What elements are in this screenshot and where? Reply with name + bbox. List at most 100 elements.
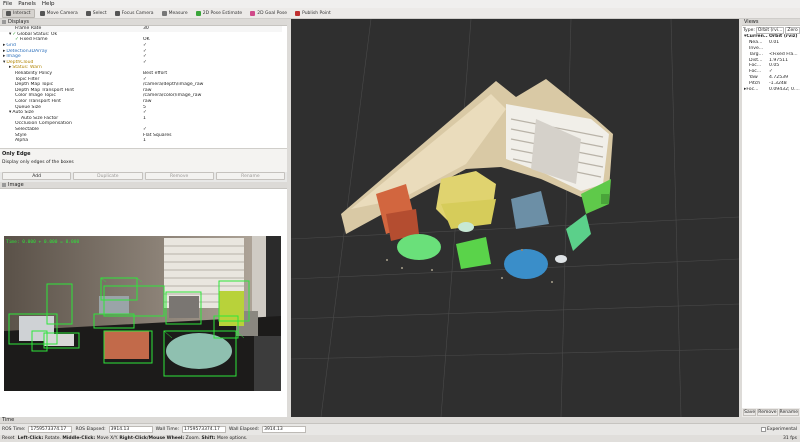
view-property-key: ▾Curren...	[744, 34, 768, 39]
view-property-label: Yaw	[749, 74, 758, 80]
view-property-value[interactable]: 0.05	[769, 63, 800, 68]
view-property-value[interactable]: 0.01	[769, 40, 800, 45]
left-click-action: Rotate.	[44, 436, 61, 441]
type-select[interactable]: Orbit (rvi...	[755, 26, 785, 34]
tool-label: Interact	[13, 10, 31, 16]
tree-row-label: Frame Rate	[15, 26, 42, 32]
view-property-value[interactable]: <Fixed Fra...	[769, 52, 800, 57]
duplicate-button[interactable]: Duplicate	[73, 172, 143, 180]
tree-row-value[interactable]: ✓	[143, 110, 282, 115]
tool-2d-pose-estimate[interactable]: 2D Pose Estimate	[193, 9, 246, 18]
tree-row-value[interactable]: 1	[143, 116, 282, 121]
remove-view-button[interactable]: Remove	[757, 409, 778, 416]
view-property-key: ▸Foc...	[744, 87, 768, 92]
view-property-value[interactable]: 4.72539	[769, 75, 800, 80]
ros-time-field[interactable]: 1759573374.17	[28, 426, 73, 433]
middle-click-action: Move X/Y.	[96, 436, 118, 441]
tree-row-label: Color Transport Hint	[15, 99, 61, 105]
tree-row-value[interactable]: Flat Squares	[143, 133, 282, 138]
zero-button[interactable]: Zero	[785, 26, 800, 34]
tree-row-value[interactable]: 30	[143, 26, 282, 31]
tree-row-label: Detection3DArray	[6, 48, 48, 54]
tool-move-camera[interactable]: Move Camera	[37, 9, 81, 18]
tree-row-key: ▸Image	[0, 54, 140, 59]
experimental-toggle[interactable]: Experimental	[760, 427, 797, 432]
displays-panel: Displays Frame Rate 30 ▾✓Global Status: Ok…	[0, 19, 287, 180]
expanded-arrow-icon[interactable]: ▾	[9, 32, 11, 37]
reset-button[interactable]: Reset	[2, 436, 15, 441]
menu-panels[interactable]: Panels	[18, 1, 36, 7]
ros-elapsed-field[interactable]: 3914.13	[108, 426, 153, 433]
tree-row-key: Alpha	[0, 138, 140, 143]
tool-select[interactable]: Select	[83, 9, 110, 18]
menu-help[interactable]: Help	[42, 1, 55, 7]
tree-row-value[interactable]: Best effort	[143, 71, 282, 76]
rename-view-button[interactable]: Rename	[778, 409, 799, 416]
view-property-value[interactable]: Orbit (rviz)	[769, 34, 800, 39]
collapsed-arrow-icon[interactable]: ▸	[3, 43, 5, 48]
tree-row-value[interactable]: 1	[143, 138, 282, 143]
wall-time-field[interactable]: 1759573374.17	[182, 426, 227, 433]
tool-measure[interactable]: Measure	[159, 9, 191, 18]
tree-row-value[interactable]: ✓	[143, 127, 282, 132]
view-property-value[interactable]: ✓	[769, 69, 800, 74]
tree-row-label: Selectable	[15, 126, 40, 132]
views-panel: Views Type: Orbit (rvi... Zero ▾Curren..…	[742, 19, 800, 417]
displays-tree[interactable]: Frame Rate 30 ▾✓Global Status: Ok ✓Fixed Fr…	[0, 26, 282, 148]
tree-row-value[interactable]: /camera/color/image_raw	[143, 93, 282, 98]
tool-focus-camera[interactable]: Focus Camera	[112, 9, 157, 18]
views-tree[interactable]: ▾Curren... Orbit (rviz) Nea... 0.01 Inve... T…	[742, 34, 800, 92]
camera-image-view[interactable]: Time: 0.000 + 0.000 = 0.000	[4, 236, 281, 391]
tree-row-value[interactable]: raw	[143, 99, 282, 104]
right-click-label: Right-Click/Mouse Wheel:	[119, 436, 185, 441]
tree-row-label: Queue Size	[15, 104, 41, 110]
tree-row-value[interactable]: /camera/depth/image_raw	[143, 82, 282, 87]
middle-click-label: Middle-Click:	[62, 436, 96, 441]
expanded-arrow-icon[interactable]: ▾	[3, 60, 5, 65]
collapsed-arrow-icon[interactable]: ▸	[3, 49, 5, 54]
experimental-checkbox[interactable]	[760, 427, 766, 432]
tree-row-value[interactable]: OK	[143, 37, 282, 42]
collapsed-arrow-icon[interactable]: ▸	[3, 54, 5, 59]
add-button[interactable]: Add	[2, 172, 72, 180]
view-property-key: Yaw	[744, 75, 768, 80]
view-property-value[interactable]: -1.3248	[769, 81, 800, 86]
tree-row-value[interactable]: ✓	[143, 49, 282, 54]
tree-row-value[interactable]: ✓	[143, 77, 282, 82]
tree-row-key: ▾DepthCloud	[0, 60, 140, 65]
tool-2d-goal-pose[interactable]: 2D Goal Pose	[247, 9, 290, 18]
tree-row-label: Depth Map Topic	[15, 82, 54, 88]
tree-row-label: DepthCloud	[6, 59, 34, 65]
wall-elapsed-field[interactable]: 3914.13	[262, 426, 307, 433]
views-buttons: Save Remove Rename	[742, 408, 800, 417]
tree-row-label: Depth Map Transport Hint	[15, 87, 75, 93]
save-view-button[interactable]: Save	[743, 409, 757, 416]
tree-row-label: Reliability Policy	[15, 71, 53, 77]
view-property-value[interactable]: 1.97511	[769, 58, 800, 63]
menu-file[interactable]: File	[3, 1, 12, 7]
tree-row[interactable]: Alpha 1	[0, 138, 282, 144]
tree-row-value[interactable]: 5	[143, 105, 282, 110]
expanded-arrow-icon[interactable]: ▾	[9, 110, 11, 115]
tree-row-value[interactable]: ✓	[143, 54, 282, 59]
move-icon	[39, 10, 45, 16]
tree-row-key: Frame Rate	[0, 26, 140, 31]
tree-row-label: Style	[15, 132, 27, 138]
view-property-value[interactable]: 0.09432; 0....	[769, 87, 800, 92]
tree-row-label: Grid	[6, 43, 16, 49]
tree-row-key: Occlusion Compensation	[0, 121, 140, 126]
tool-interact[interactable]: Interact	[2, 8, 35, 18]
tree-row-value[interactable]: ✓	[143, 43, 282, 48]
render-3d-view[interactable]	[291, 19, 739, 417]
view-property-row[interactable]: ▸Foc... 0.09432; 0....	[742, 86, 800, 92]
collapsed-arrow-icon[interactable]: ▸	[9, 65, 11, 70]
rename-button[interactable]: Rename	[215, 172, 285, 180]
tree-row-key: Depth Map Transport Hint	[0, 88, 140, 93]
ros-elapsed-label: ROS Elapsed:	[75, 427, 106, 432]
tool-publish-point[interactable]: Publish Point	[292, 9, 334, 18]
views-title-bar: Views	[742, 19, 800, 26]
tree-row-label: Auto Size Factor	[21, 115, 59, 121]
tree-row-value[interactable]: raw	[143, 88, 282, 93]
remove-button[interactable]: Remove	[144, 172, 214, 180]
tree-row-value[interactable]: ✓	[143, 60, 282, 65]
